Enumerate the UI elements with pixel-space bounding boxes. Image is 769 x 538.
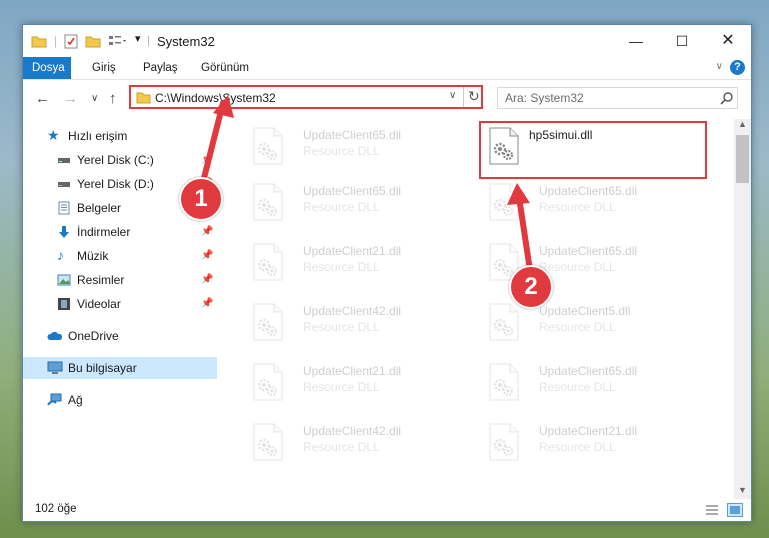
- annotation-arrows: [198, 95, 534, 280]
- step-1-badge: 1: [179, 177, 223, 221]
- step-2-badge: 2: [509, 265, 553, 309]
- arrow-2-head: [507, 183, 530, 205]
- explorer-window: | ▾ | System32 — ☐ ✕ Dosya Giriş Paylaş …: [22, 24, 752, 522]
- arrow-1-head: [213, 95, 234, 118]
